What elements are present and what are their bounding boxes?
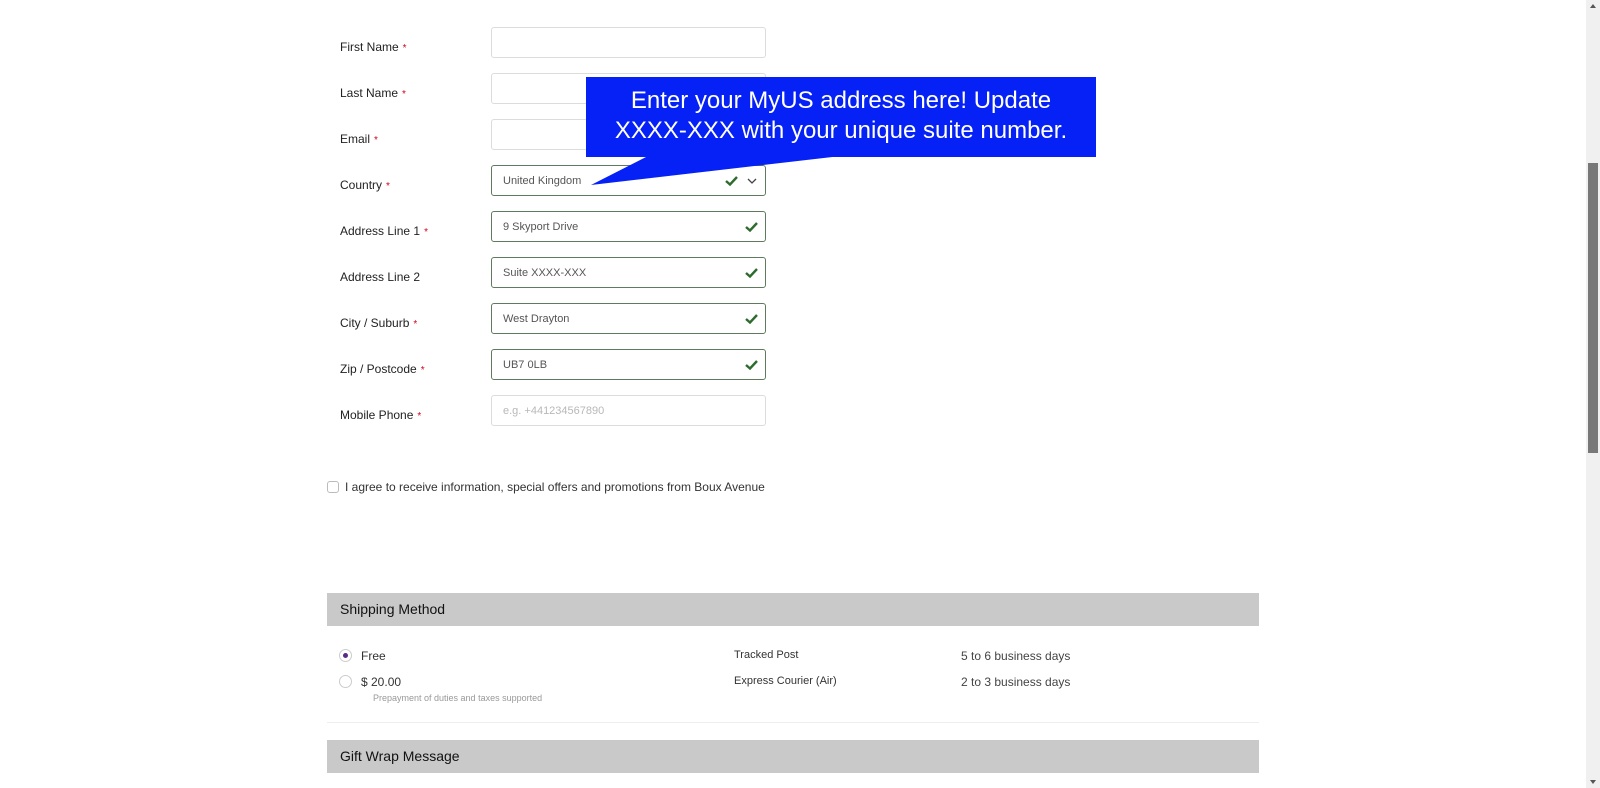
city-value: West Drayton	[503, 313, 570, 325]
postcode-value: UB7 0LB	[503, 359, 548, 371]
shipping-option-express[interactable]: $ 20.00 Express Courier (Air) 2 to 3 bus…	[339, 675, 1239, 695]
city-label: City / Suburb *	[340, 316, 418, 330]
marketing-consent-checkbox[interactable]	[327, 481, 339, 493]
shipping-option-free[interactable]: Free Tracked Post 5 to 6 business days	[339, 649, 1239, 669]
section-divider	[327, 722, 1259, 723]
gift-wrap-header[interactable]: Gift Wrap Message	[327, 740, 1259, 773]
shipping-time: 5 to 6 business days	[961, 649, 1071, 663]
myus-callout: Enter your MyUS address here! Update XXX…	[586, 77, 1096, 192]
country-label: Country *	[340, 178, 390, 192]
shipping-carrier: Tracked Post	[734, 649, 799, 661]
address-line-1-input[interactable]: 9 Skyport Drive	[491, 211, 766, 242]
shipping-time: 2 to 3 business days	[961, 675, 1071, 689]
city-row: City / Suburb * West Drayton	[340, 303, 770, 350]
vertical-scrollbar[interactable]	[1586, 0, 1600, 788]
shipping-radio-free[interactable]	[339, 649, 352, 662]
scroll-up-arrow-icon[interactable]	[1589, 3, 1597, 9]
shipping-price: $ 20.00	[361, 675, 402, 689]
address-line-2-row: Address Line 2 Suite XXXX-XXX	[340, 257, 770, 304]
checkmark-icon	[745, 212, 759, 243]
first-name-input[interactable]	[491, 27, 766, 58]
mobile-phone-row: Mobile Phone * e.g. +441234567890	[340, 395, 770, 442]
shipping-carrier: Express Courier (Air)	[734, 675, 837, 687]
postcode-row: Zip / Postcode * UB7 0LB	[340, 349, 770, 396]
mobile-phone-label: Mobile Phone *	[340, 408, 422, 422]
first-name-row: First Name *	[340, 27, 770, 74]
checkmark-icon	[745, 304, 759, 335]
postcode-label: Zip / Postcode *	[340, 362, 425, 376]
first-name-label: First Name *	[340, 40, 407, 54]
mobile-phone-input[interactable]: e.g. +441234567890	[491, 395, 766, 426]
address-line-1-row: Address Line 1 * 9 Skyport Drive	[340, 211, 770, 258]
checkmark-icon	[745, 350, 759, 381]
city-input[interactable]: West Drayton	[491, 303, 766, 334]
email-label: Email *	[340, 132, 378, 146]
country-value: United Kingdom	[503, 175, 582, 187]
address-line-2-value: Suite XXXX-XXX	[503, 267, 587, 279]
mobile-phone-placeholder: e.g. +441234567890	[503, 405, 605, 417]
shipping-price: Free	[361, 649, 386, 663]
address-line-2-input[interactable]: Suite XXXX-XXX	[491, 257, 766, 288]
callout-text: Enter your MyUS address here! Update XXX…	[586, 77, 1096, 157]
postcode-input[interactable]: UB7 0LB	[491, 349, 766, 380]
scrollbar-thumb[interactable]	[1588, 163, 1598, 453]
shipping-method-header: Shipping Method	[327, 593, 1259, 626]
address-line-1-value: 9 Skyport Drive	[503, 221, 579, 233]
address-line-2-label: Address Line 2	[340, 270, 421, 284]
duties-note: Prepayment of duties and taxes supported	[373, 693, 543, 703]
marketing-consent[interactable]: I agree to receive information, special …	[327, 480, 765, 494]
shipping-radio-express[interactable]	[339, 675, 352, 688]
marketing-consent-label: I agree to receive information, special …	[345, 480, 765, 494]
address-line-1-label: Address Line 1 *	[340, 224, 428, 238]
checkmark-icon	[745, 258, 759, 289]
last-name-label: Last Name *	[340, 86, 406, 100]
scroll-down-arrow-icon[interactable]	[1589, 779, 1597, 785]
